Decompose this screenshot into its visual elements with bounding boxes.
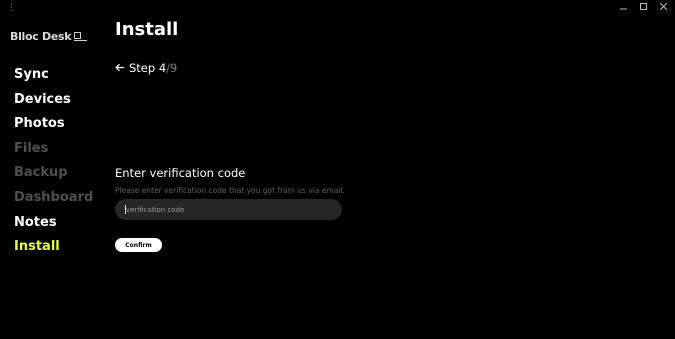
- verification-heading: Enter verification code: [115, 166, 246, 180]
- logo-text: Blloc Desk: [10, 30, 72, 43]
- confirm-button[interactable]: Confirm: [115, 238, 162, 252]
- app-logo: Blloc Desk: [10, 27, 88, 46]
- sidebar-nav: Sync Devices Photos Files Backup Dashboa…: [14, 66, 93, 263]
- arrow-left-icon[interactable]: [115, 61, 125, 75]
- sidebar-item-files: Files: [14, 140, 49, 156]
- sidebar-item-dashboard: Dashboard: [14, 189, 94, 205]
- step-total: /9: [166, 61, 178, 75]
- step-label: Step 4: [129, 61, 167, 75]
- sidebar-item-backup: Backup: [14, 165, 68, 181]
- sidebar-item-sync[interactable]: Sync: [14, 66, 93, 91]
- sidebar-item-install[interactable]: Install: [14, 238, 93, 263]
- close-icon[interactable]: [657, 1, 669, 11]
- page-title: Install: [115, 19, 179, 40]
- window-controls: [617, 1, 669, 11]
- sidebar-item-notes[interactable]: Notes: [14, 214, 93, 239]
- sidebar-item-photos[interactable]: Photos: [14, 115, 93, 140]
- minimize-icon[interactable]: [617, 1, 629, 11]
- verification-code-input[interactable]: [115, 199, 342, 220]
- menu-dots-icon[interactable]: ⋮: [7, 3, 16, 13]
- maximize-icon[interactable]: [637, 1, 649, 11]
- desk-logo-icon: [74, 27, 88, 46]
- verification-hint: Please enter verification code that you …: [115, 186, 345, 195]
- text-caret: [125, 205, 126, 214]
- sidebar-item-devices[interactable]: Devices: [14, 91, 93, 116]
- step-indicator[interactable]: Step 4/9: [115, 61, 177, 75]
